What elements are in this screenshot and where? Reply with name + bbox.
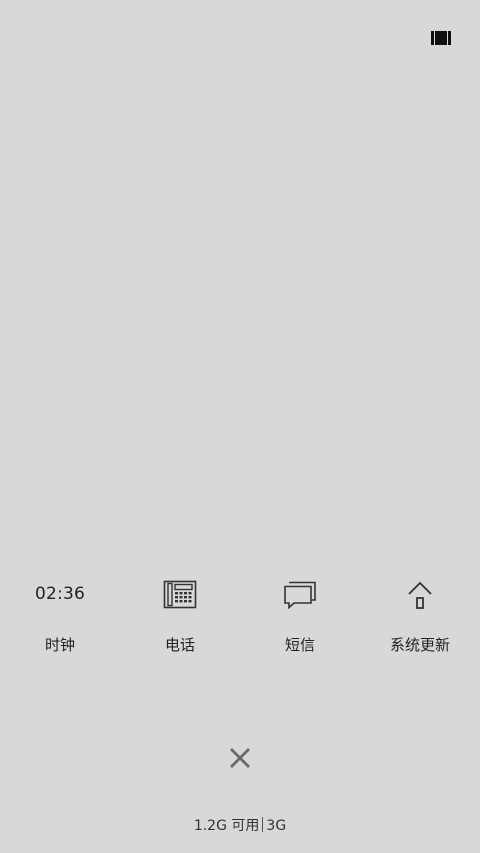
clock-time-text: 02:36 (35, 584, 85, 604)
phone-icon-wrap (120, 576, 240, 612)
messages-icon-wrap (240, 576, 360, 612)
app-phone[interactable]: 电话 (120, 572, 240, 662)
app-clock[interactable]: 02:36 时钟 (0, 572, 120, 662)
update-icon-wrap (360, 576, 480, 612)
app-label-messages: 短信 (284, 636, 315, 654)
phone-icon (163, 580, 197, 609)
app-messages[interactable]: 短信 (240, 572, 360, 662)
multi-window-icon (431, 31, 451, 45)
memory-status: 1.2G 可用 3G (0, 815, 480, 835)
system-update-icon (408, 581, 432, 609)
memory-total: 3G (266, 818, 287, 834)
recent-apps-row: 02:36 时钟 电话 短信 系统更新 (0, 572, 480, 662)
app-label-phone: 电话 (164, 636, 195, 654)
app-label-system-update: 系统更新 (389, 636, 450, 654)
memory-available: 1.2G 可用 (193, 818, 260, 834)
close-icon (230, 748, 250, 768)
app-label-clock: 时钟 (44, 636, 75, 654)
app-system-update[interactable]: 系统更新 (360, 572, 480, 662)
messages-icon (284, 581, 316, 609)
multi-window-button[interactable] (430, 28, 452, 48)
memory-divider (262, 817, 264, 832)
close-all-button[interactable] (226, 744, 254, 772)
